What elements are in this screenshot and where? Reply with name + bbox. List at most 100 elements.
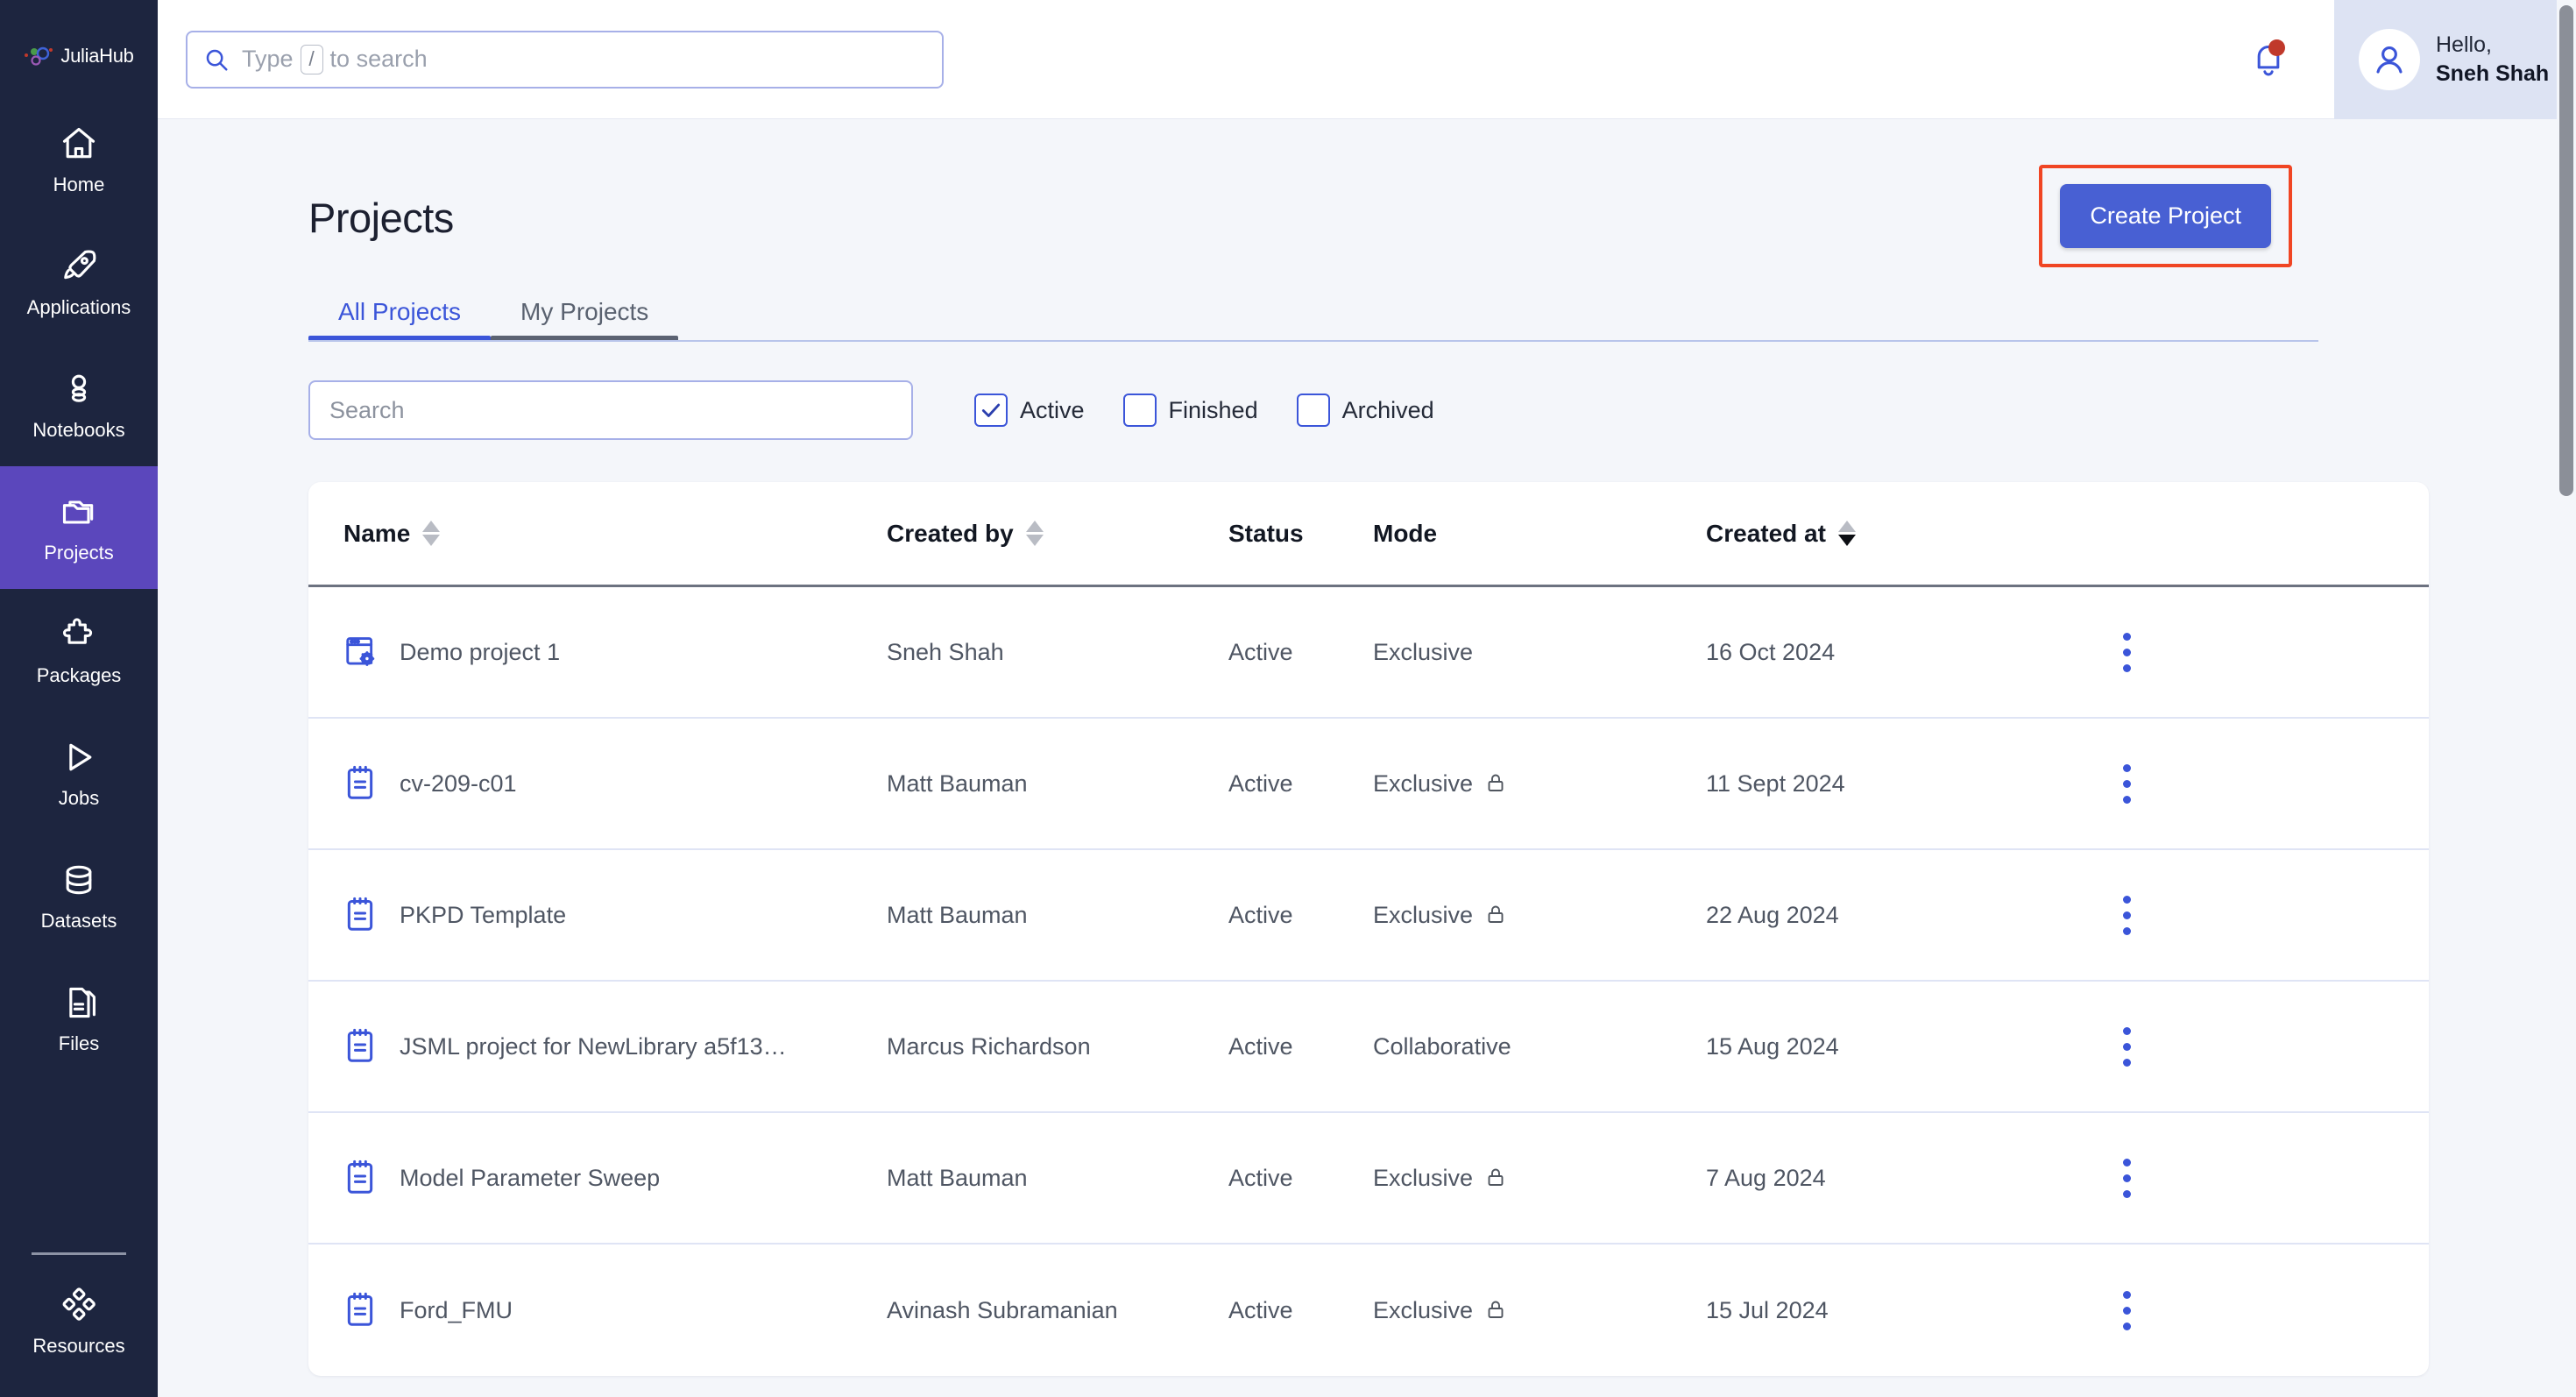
column-label: Name: [343, 519, 411, 547]
created-at-text: 16 Oct 2024: [1706, 638, 1836, 665]
sidebar-item-notebooks[interactable]: Notebooks: [0, 344, 158, 466]
checkbox-archived[interactable]: Archived: [1296, 394, 1434, 427]
create-project-highlight-box: Create Project: [2039, 165, 2292, 267]
notebook-icon: [343, 897, 377, 933]
sidebar-item-datasets[interactable]: Datasets: [0, 834, 158, 957]
checkbox-label: Archived: [1341, 396, 1434, 423]
tab-label: My Projects: [520, 298, 649, 325]
checkbox-active[interactable]: Active: [974, 394, 1085, 427]
sidebar-item-jobs[interactable]: Jobs: [0, 712, 158, 834]
sidebar-item-files[interactable]: Files: [0, 957, 158, 1080]
kebab-menu-icon[interactable]: [2118, 1286, 2136, 1336]
brand-logo-wordmark[interactable]: JuliaHub: [24, 42, 134, 70]
sort-toggle-name[interactable]: [422, 521, 441, 546]
top-bar: Type / to search Hello, Sneh Shah: [158, 0, 2576, 119]
table-row[interactable]: JSML project for NewLibrary a5f13… Marcus…: [308, 982, 2429, 1113]
kebab-menu-icon[interactable]: [2118, 890, 2136, 940]
creator-name: Matt Bauman: [887, 1164, 1028, 1191]
sort-toggle-created-by[interactable]: [1025, 521, 1044, 546]
notifications-button[interactable]: [2203, 0, 2334, 119]
sidebar-item-label: Notebooks: [32, 419, 125, 441]
table-row[interactable]: cv-209-c01 Matt Bauman Active Exclusive 11 S…: [308, 719, 2429, 850]
page-scrollbar[interactable]: [2557, 0, 2576, 1397]
cell-mode: Exclusive: [1373, 770, 1706, 798]
tab-my-projects[interactable]: My Projects: [491, 298, 679, 342]
checkbox-label: Finished: [1168, 396, 1258, 423]
notebook-icon: [343, 1292, 377, 1329]
user-menu[interactable]: Hello, Sneh Shah: [2334, 0, 2576, 119]
cell-created-at: 15 Aug 2024: [1706, 1033, 2074, 1060]
user-text: Hello, Sneh Shah: [2436, 31, 2549, 88]
cell-name[interactable]: Model Parameter Sweep: [343, 1159, 887, 1196]
status-text: Active: [1228, 638, 1293, 665]
table-row[interactable]: Model Parameter Sweep Matt Bauman Active Ex…: [308, 1113, 2429, 1245]
search-icon: [203, 46, 230, 73]
cell-name[interactable]: Demo project 1: [343, 634, 887, 670]
tab-label: All Projects: [338, 298, 462, 325]
column-label: Mode: [1373, 519, 1438, 547]
sidebar-item-label: Datasets: [40, 910, 117, 932]
kebab-menu-icon[interactable]: [2118, 759, 2136, 809]
sidebar-item-projects[interactable]: Projects: [0, 466, 158, 589]
cell-mode: Exclusive: [1373, 1297, 1706, 1324]
table-row[interactable]: Ford_FMU Avinash Subramanian Active Exclusi…: [308, 1245, 2429, 1376]
sidebar-nav: Home Applications Notebooks Projects Pac…: [0, 98, 158, 1080]
checkbox-finished[interactable]: Finished: [1122, 394, 1258, 427]
kebab-menu-icon[interactable]: [2118, 1022, 2136, 1072]
cell-mode: Collaborative: [1373, 1033, 1706, 1060]
column-header-name: Name: [343, 520, 887, 548]
project-name: PKPD Template: [400, 901, 567, 928]
cell-created-at: 15 Jul 2024: [1706, 1297, 2074, 1324]
project-name: cv-209-c01: [400, 769, 517, 797]
scrollbar-thumb[interactable]: [2559, 5, 2573, 496]
files-icon: [60, 983, 98, 1022]
rocket-icon: [60, 247, 98, 286]
page-header: Projects Create Project: [158, 165, 2576, 267]
lock-icon: [1485, 1166, 1506, 1190]
check-icon: [981, 403, 1001, 417]
cell-status: Active: [1228, 902, 1373, 929]
cell-name[interactable]: Ford_FMU: [343, 1292, 887, 1329]
mode-text: Exclusive: [1373, 638, 1474, 665]
kebab-menu-icon[interactable]: [2118, 1153, 2136, 1203]
page-content: Projects Create Project All Projects My …: [158, 165, 2576, 1397]
sidebar-item-label: Home: [53, 174, 105, 195]
sidebar-item-label: Packages: [36, 664, 122, 686]
notebook-icon: [343, 765, 377, 802]
cell-actions: [2074, 1286, 2179, 1336]
column-header-mode: Mode: [1373, 520, 1706, 548]
sidebar-item-packages[interactable]: Packages: [0, 589, 158, 712]
app-root: JuliaHub Home Applications Notebooks Pro…: [0, 0, 2576, 1397]
cell-actions: [2074, 628, 2179, 677]
app-window-gear-icon: [343, 634, 377, 670]
sidebar-item-home[interactable]: Home: [0, 98, 158, 221]
created-at-text: 15 Aug 2024: [1706, 1032, 1839, 1060]
search-prefix-text: Type: [242, 46, 294, 72]
sidebar-item-applications[interactable]: Applications: [0, 221, 158, 344]
tab-all-projects[interactable]: All Projects: [308, 298, 492, 342]
create-project-button[interactable]: Create Project: [2060, 184, 2271, 248]
table-row[interactable]: PKPD Template Matt Bauman Active Exclusive 2…: [308, 850, 2429, 982]
main-area: Type / to search Hello, Sneh Shah Projec…: [158, 0, 2576, 1397]
cell-mode: Exclusive: [1373, 902, 1706, 929]
puzzle-icon: [60, 615, 98, 654]
table-row[interactable]: Demo project 1 Sneh Shah Active Exclusive 16…: [308, 587, 2429, 719]
cell-name[interactable]: JSML project for NewLibrary a5f13…: [343, 1028, 887, 1065]
notification-badge-dot: [2268, 39, 2285, 56]
sort-toggle-created-at[interactable]: [1837, 521, 1856, 546]
cell-created-by: Matt Bauman: [887, 770, 1228, 798]
sidebar-item-label: Projects: [44, 542, 114, 564]
projects-search-input[interactable]: Search: [308, 380, 913, 440]
cell-name[interactable]: cv-209-c01: [343, 765, 887, 802]
tab-bar: All Projects My Projects: [158, 298, 2576, 342]
global-search-input[interactable]: Type / to search: [186, 30, 944, 89]
projects-table: Name Created by Status Mode Created at D…: [308, 482, 2429, 1376]
checkbox-box: [974, 394, 1008, 427]
cell-name[interactable]: PKPD Template: [343, 897, 887, 933]
created-at-text: 11 Sept 2024: [1706, 769, 1845, 797]
mode-text: Exclusive: [1373, 1296, 1474, 1323]
kebab-menu-icon[interactable]: [2118, 628, 2136, 677]
cell-status: Active: [1228, 1165, 1373, 1192]
sidebar-item-resources[interactable]: Resources: [0, 1264, 158, 1378]
status-text: Active: [1228, 901, 1293, 928]
